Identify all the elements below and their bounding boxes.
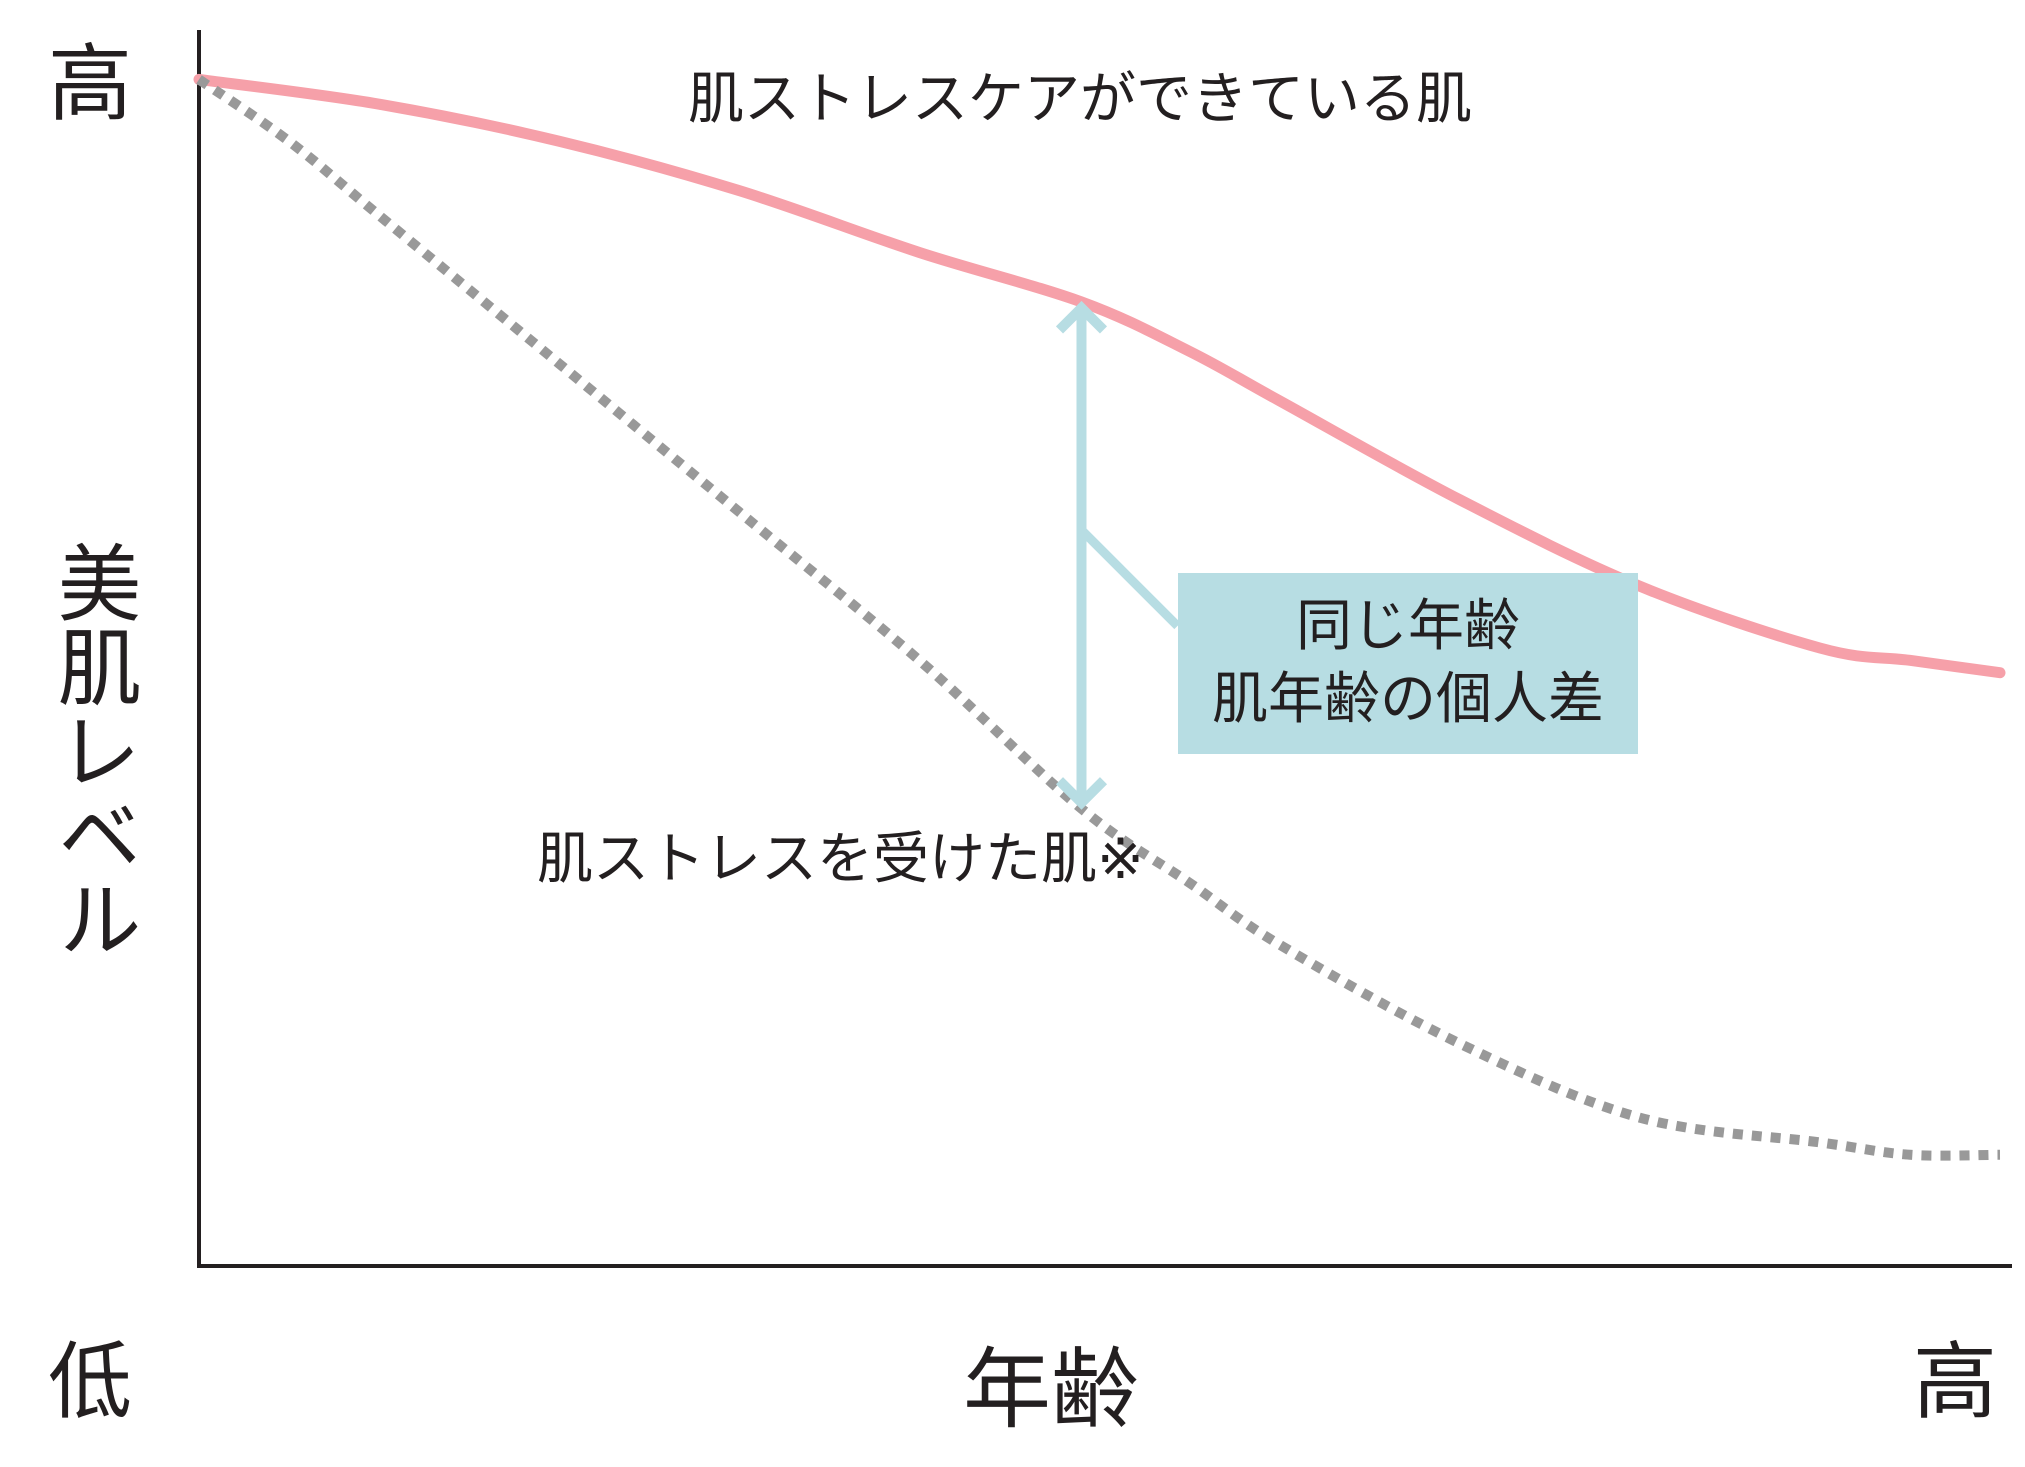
series-line-good-skin <box>193 73 2006 679</box>
callout-line-1: 同じ年齢 <box>1296 593 1520 659</box>
series-layer <box>193 73 2006 1161</box>
y-axis-title: 美肌レベル <box>44 540 142 960</box>
x-axis-high-label: 高 <box>1913 1333 1998 1431</box>
series-label-good-skin: 肌ストレスケアができている肌 <box>688 67 1472 132</box>
annotation-layer <box>1055 300 1181 810</box>
chart <box>193 30 2012 1268</box>
callout-box: 同じ年齢 肌年齢の個人差 <box>1178 573 1638 754</box>
callout-leader-line <box>1078 526 1181 630</box>
callout-line-2: 肌年齢の個人差 <box>1212 666 1604 732</box>
y-axis-high-label: 高 <box>48 35 133 133</box>
series-label-stressed-skin: 肌ストレスを受けた肌※ <box>537 827 1144 892</box>
x-axis-title: 年齢 <box>963 1338 1140 1441</box>
x-axis-low-label: 低 <box>48 1333 133 1431</box>
